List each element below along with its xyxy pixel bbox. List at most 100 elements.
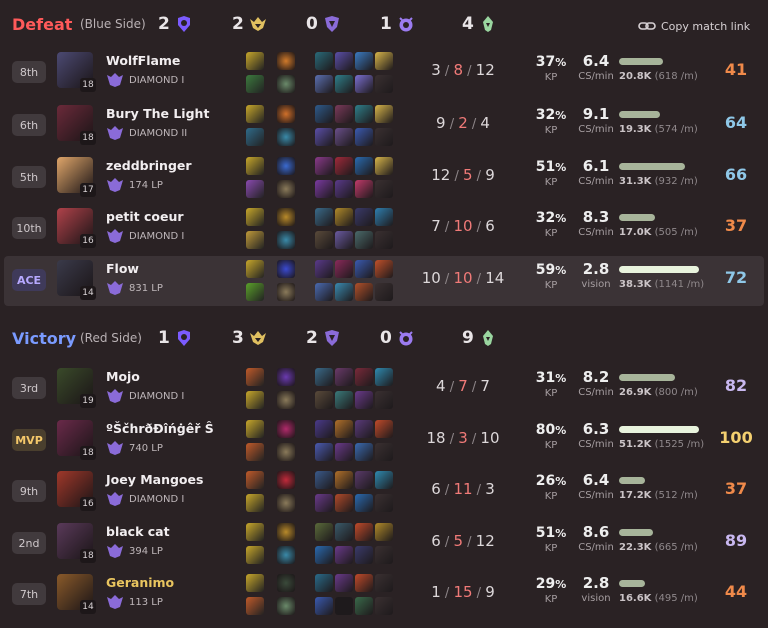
rune-icon[interactable] bbox=[277, 443, 295, 461]
summoner-spell-icon[interactable] bbox=[246, 180, 264, 198]
item-icon[interactable] bbox=[375, 52, 393, 70]
item-icon[interactable] bbox=[315, 597, 333, 615]
item-icon[interactable] bbox=[375, 546, 393, 564]
rune-icon[interactable] bbox=[277, 157, 295, 175]
summoner-spell-icon[interactable] bbox=[246, 128, 264, 146]
item-icon[interactable] bbox=[355, 260, 373, 278]
item-icon[interactable] bbox=[355, 368, 373, 386]
item-icon[interactable] bbox=[355, 180, 373, 198]
summoner-spell-icon[interactable] bbox=[246, 494, 264, 512]
item-icon[interactable] bbox=[355, 574, 373, 592]
rune-icon[interactable] bbox=[277, 105, 295, 123]
rune-icon[interactable] bbox=[277, 597, 295, 615]
item-icon[interactable] bbox=[335, 157, 353, 175]
player-name[interactable]: black cat bbox=[106, 524, 170, 539]
rune-icon[interactable] bbox=[277, 283, 295, 301]
item-icon[interactable] bbox=[375, 523, 393, 541]
player-row[interactable]: 2nd 18 black cat 394 LP 6 / 5 / 12 51% KP 8.6 CS… bbox=[4, 519, 764, 569]
player-name[interactable]: petit coeur bbox=[106, 209, 184, 224]
player-name[interactable]: ºŠčhrðĐîńġêř Ŝ bbox=[106, 421, 214, 436]
item-icon[interactable] bbox=[335, 283, 353, 301]
item-icon[interactable] bbox=[355, 546, 373, 564]
player-name[interactable]: WolfFlame bbox=[106, 53, 180, 68]
player-name[interactable]: Bury The Light bbox=[106, 106, 209, 121]
item-icon[interactable] bbox=[335, 260, 353, 278]
item-icon[interactable] bbox=[375, 471, 393, 489]
item-icon[interactable] bbox=[315, 260, 333, 278]
item-icon[interactable] bbox=[375, 283, 393, 301]
item-icon[interactable] bbox=[335, 231, 353, 249]
item-icon[interactable] bbox=[375, 494, 393, 512]
item-icon[interactable] bbox=[355, 283, 373, 301]
player-name[interactable]: zeddbringer bbox=[106, 158, 192, 173]
player-name[interactable]: Geranimo bbox=[106, 575, 174, 590]
summoner-spell-icon[interactable] bbox=[246, 105, 264, 123]
rune-icon[interactable] bbox=[277, 180, 295, 198]
player-row[interactable]: ACE 14 Flow 831 LP 10 / 10 / 14 59% KP 2.8 visio… bbox=[4, 256, 764, 306]
player-name[interactable]: Joey Mangoes bbox=[106, 472, 203, 487]
summoner-spell-icon[interactable] bbox=[246, 523, 264, 541]
copy-match-link-button[interactable]: Copy match link bbox=[638, 17, 750, 35]
item-icon[interactable] bbox=[375, 105, 393, 123]
item-icon[interactable] bbox=[315, 231, 333, 249]
rune-icon[interactable] bbox=[277, 420, 295, 438]
item-icon[interactable] bbox=[355, 443, 373, 461]
rune-icon[interactable] bbox=[277, 494, 295, 512]
rune-icon[interactable] bbox=[277, 368, 295, 386]
item-icon[interactable] bbox=[355, 75, 373, 93]
summoner-spell-icon[interactable] bbox=[246, 260, 264, 278]
rune-icon[interactable] bbox=[277, 75, 295, 93]
summoner-spell-icon[interactable] bbox=[246, 52, 264, 70]
item-icon[interactable] bbox=[375, 420, 393, 438]
item-icon[interactable] bbox=[375, 391, 393, 409]
summoner-spell-icon[interactable] bbox=[246, 231, 264, 249]
item-icon[interactable] bbox=[315, 157, 333, 175]
item-icon[interactable] bbox=[375, 368, 393, 386]
item-icon[interactable] bbox=[375, 208, 393, 226]
item-icon[interactable] bbox=[375, 597, 393, 615]
player-row[interactable]: 6th 18 Bury The Light DIAMOND II 9 / 2 / 4 32… bbox=[4, 101, 764, 151]
player-name[interactable]: Mojo bbox=[106, 369, 140, 384]
item-icon[interactable] bbox=[375, 180, 393, 198]
item-icon[interactable] bbox=[315, 420, 333, 438]
item-icon[interactable] bbox=[335, 391, 353, 409]
item-icon[interactable] bbox=[375, 75, 393, 93]
item-icon[interactable] bbox=[315, 208, 333, 226]
item-icon[interactable] bbox=[335, 597, 353, 615]
summoner-spell-icon[interactable] bbox=[246, 368, 264, 386]
item-icon[interactable] bbox=[315, 180, 333, 198]
summoner-spell-icon[interactable] bbox=[246, 208, 264, 226]
player-row[interactable]: 10th 16 petit coeur DIAMOND I 7 / 10 / 6 32% K… bbox=[4, 204, 764, 254]
rune-icon[interactable] bbox=[277, 391, 295, 409]
item-icon[interactable] bbox=[315, 75, 333, 93]
player-row[interactable]: 8th 18 WolfFlame DIAMOND I 3 / 8 / 12 37% KP 6.… bbox=[4, 48, 764, 98]
rune-icon[interactable] bbox=[277, 208, 295, 226]
item-icon[interactable] bbox=[335, 128, 353, 146]
item-icon[interactable] bbox=[335, 180, 353, 198]
rune-icon[interactable] bbox=[277, 128, 295, 146]
summoner-spell-icon[interactable] bbox=[246, 546, 264, 564]
rune-icon[interactable] bbox=[277, 52, 295, 70]
item-icon[interactable] bbox=[355, 391, 373, 409]
item-icon[interactable] bbox=[335, 75, 353, 93]
player-row[interactable]: 3rd 19 Mojo DIAMOND I 4 / 7 / 7 31% KP 8.2 CS/mi… bbox=[4, 364, 764, 414]
item-icon[interactable] bbox=[375, 157, 393, 175]
item-icon[interactable] bbox=[315, 128, 333, 146]
item-icon[interactable] bbox=[315, 368, 333, 386]
item-icon[interactable] bbox=[335, 420, 353, 438]
item-icon[interactable] bbox=[315, 494, 333, 512]
item-icon[interactable] bbox=[355, 420, 373, 438]
summoner-spell-icon[interactable] bbox=[246, 420, 264, 438]
item-icon[interactable] bbox=[355, 523, 373, 541]
item-icon[interactable] bbox=[315, 52, 333, 70]
item-icon[interactable] bbox=[315, 546, 333, 564]
item-icon[interactable] bbox=[355, 105, 373, 123]
item-icon[interactable] bbox=[335, 208, 353, 226]
summoner-spell-icon[interactable] bbox=[246, 471, 264, 489]
player-row[interactable]: 5th 17 zeddbringer 174 LP 12 / 5 / 9 51% KP 6.1… bbox=[4, 153, 764, 203]
item-icon[interactable] bbox=[315, 523, 333, 541]
player-row[interactable]: 7th 14 Geranimo 113 LP 1 / 15 / 9 29% KP 2.8 vis… bbox=[4, 570, 764, 620]
rune-icon[interactable] bbox=[277, 231, 295, 249]
summoner-spell-icon[interactable] bbox=[246, 75, 264, 93]
item-icon[interactable] bbox=[315, 574, 333, 592]
